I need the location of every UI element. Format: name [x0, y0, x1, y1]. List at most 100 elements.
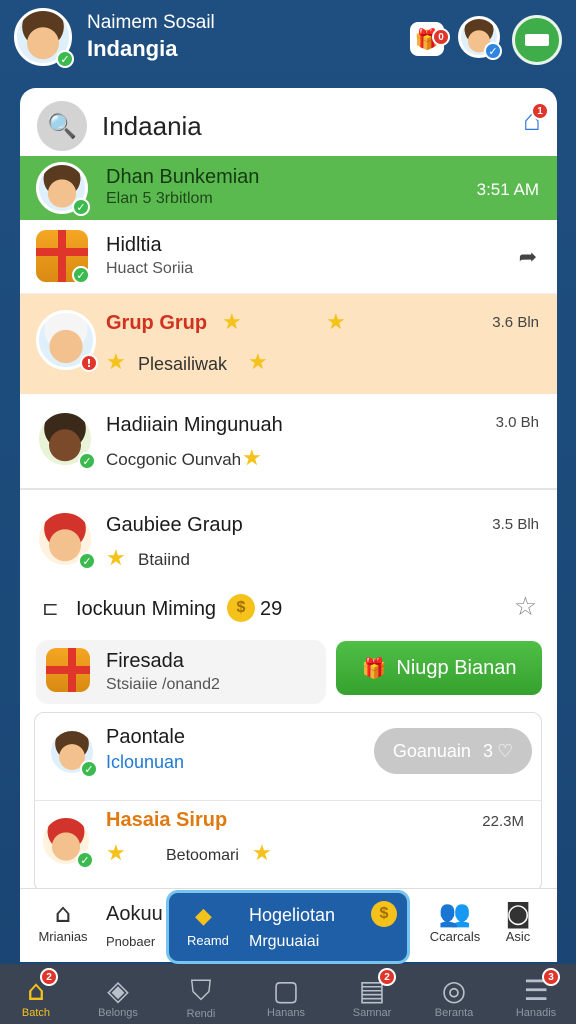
list-item[interactable]: ⊏ Iockuun Miming $ 29 ☆	[20, 588, 557, 632]
card-title: Indaania	[102, 111, 202, 141]
home-icon: ⌂	[54, 899, 72, 929]
menu-item-mrianias[interactable]: ⌂ Mrianias	[38, 899, 88, 944]
nav-item-hanadis[interactable]: ☰ Hanadis 3	[506, 968, 566, 1019]
coin-icon: $	[227, 594, 255, 622]
list-item[interactable]: ✓ Hidltia Huact Soriia ➦	[20, 220, 557, 294]
list-item[interactable]: ✓ Hasaia Sirup ★ Betoomari ★ 22.3M	[34, 800, 542, 882]
gift-avatar	[46, 648, 90, 692]
top-bar: ✓ Naimem Sosail Indangia 🎁 0 ✓	[0, 0, 576, 80]
gift-shop-button[interactable]: 🎁 0	[410, 22, 450, 56]
item-title: Grup Grup	[106, 312, 208, 334]
friend-avatar[interactable]: ✓	[458, 16, 502, 60]
minus-icon	[525, 34, 549, 46]
item-subtitle: Huact Soriia	[106, 260, 194, 277]
item-title: Hadiiain Mingunuah	[106, 414, 283, 436]
item-time: 3:51 AM	[476, 180, 539, 199]
home-button[interactable]: ⌂ 1	[523, 102, 549, 138]
item-subtitle: Stsiaiie /onand2	[106, 676, 220, 693]
nav-item-belongs[interactable]: ◈ Belongs	[88, 974, 148, 1019]
item-time: 3.6 Bln	[492, 314, 539, 331]
diamond-icon: ◈	[107, 974, 129, 1007]
coin-count: 29	[260, 598, 283, 620]
search-icon: ◎	[441, 974, 467, 1007]
verified-check-icon: ✓	[78, 452, 96, 470]
menu-item-asic[interactable]: ◙ Asic	[490, 899, 546, 944]
item-subtitle: Plesailiwak	[138, 354, 228, 374]
list-item[interactable]: ✓ Dhan Bunkemian Elan 5 3rbitlom 3:51 AM	[20, 156, 557, 220]
item-title: Dhan Bunkemian	[106, 166, 260, 188]
item-subtitle: Elan 5 3rbitlom	[106, 190, 213, 207]
coin-icon: $	[371, 901, 397, 927]
gift-row[interactable]: Firesada Stsiaiie /onand2	[36, 640, 326, 704]
people-icon: 👥	[438, 899, 472, 929]
gift-count-badge: 0	[432, 28, 450, 46]
item-subtitle: Cocgonic Ounvah	[106, 450, 242, 469]
heart-icon: ♡	[496, 740, 514, 762]
contact-avatar: ✓	[36, 510, 96, 570]
robot-icon: ◙	[505, 899, 531, 929]
diamond-icon: ◆	[195, 903, 212, 928]
item-subtitle: Btaiind	[138, 550, 190, 569]
verified-check-icon: ✓	[484, 42, 502, 60]
card-header: 🔍 Indaania ⌂ 1	[20, 88, 557, 158]
list-item[interactable]: ✓ Gaubiee Graup ★ Btaiind 3.5 Blh	[20, 498, 557, 582]
gift-avatar: ✓	[36, 230, 90, 284]
gift-box-icon	[46, 648, 90, 692]
item-title: Gaubiee Graup	[106, 514, 243, 536]
contact-avatar: ✓	[36, 162, 90, 216]
verified-check-icon: ✓	[76, 851, 94, 869]
item-subtitle: Betoomari	[166, 847, 239, 864]
bottom-nav-bar: ⌂ Batch 2 ◈ Belongs ⛉ Rendi ▢ Hanans ▤ S…	[0, 964, 576, 1024]
item-time: 3.5 Blh	[492, 516, 539, 533]
star-icon: ★	[252, 841, 272, 866]
search-icon: 🔍	[47, 112, 77, 140]
promo-banner[interactable]: ◆ Reamd Hogeliotan Mrguuaiai $	[166, 890, 410, 964]
follow-button[interactable]: Goanuain 3 ♡	[374, 728, 532, 774]
profile-avatar[interactable]: ✓	[14, 8, 74, 68]
nav-item-samnar[interactable]: ▤ Samnar 2	[342, 968, 402, 1019]
shield-icon: ⛉	[190, 974, 212, 1007]
share-icon[interactable]: ➦	[519, 244, 537, 270]
star-icon: ★	[326, 310, 346, 335]
square-icon: ▢	[272, 974, 300, 1007]
nav-item-hanans[interactable]: ▢ Hanans	[256, 974, 316, 1019]
list-item[interactable]: ! Grup Grup ★ ★ ★ Plesailiwak ★ 3.6 Bln	[20, 294, 557, 394]
nav-item-rendi[interactable]: ⛉ Rendi	[171, 974, 231, 1020]
verified-check-icon: ✓	[78, 552, 96, 570]
search-button[interactable]: 🔍	[37, 101, 87, 151]
profile-name: Naimem Sosail	[87, 12, 215, 33]
contact-avatar: ✓	[48, 728, 98, 778]
star-icon: ★	[242, 446, 262, 471]
item-title: Iockuun Miming	[76, 598, 217, 620]
verified-check-icon: ✓	[56, 50, 74, 68]
star-icon: ★	[106, 841, 126, 866]
item-title: Firesada	[106, 650, 184, 672]
nav-item-batch[interactable]: ⌂ Batch 2	[6, 968, 66, 1019]
verified-check-icon: ✓	[80, 760, 98, 778]
contact-avatar: ✓	[40, 815, 94, 869]
item-title: Hidltia	[106, 234, 162, 256]
alert-icon: !	[80, 354, 98, 372]
home-badge: 1	[531, 102, 549, 120]
star-icon: ★	[222, 310, 242, 335]
contact-avatar: ✓	[36, 410, 96, 470]
star-outline-icon[interactable]: ☆	[514, 592, 537, 622]
contact-avatar: !	[36, 310, 98, 372]
star-icon: ★	[106, 546, 126, 571]
item-time: 3.0 Bh	[495, 414, 539, 431]
chat-icon: ⊏	[42, 598, 59, 620]
item-title: Hasaia Sirup	[106, 809, 228, 831]
menu-item-ccarcals[interactable]: 👥 Ccarcals	[420, 899, 490, 944]
item-title: Paontale	[106, 726, 185, 748]
list-item[interactable]: ✓ Hadiiain Mingunuah Cocgonic Ounvah ★ 3…	[20, 394, 557, 490]
nav-item-beranta[interactable]: ◎ Beranta	[424, 974, 484, 1019]
send-gift-button[interactable]: 🎁 Niugp Bianan	[336, 641, 542, 695]
gift-icon: 🎁	[361, 657, 387, 680]
minimize-button[interactable]	[512, 15, 562, 65]
star-icon: ★	[106, 350, 126, 375]
profile-subtitle: Indangia	[87, 36, 178, 61]
item-subtitle: Iclounuan	[106, 752, 185, 772]
verified-check-icon: ✓	[72, 198, 90, 216]
verified-check-icon: ✓	[72, 266, 90, 284]
item-time: 22.3M	[482, 813, 524, 830]
